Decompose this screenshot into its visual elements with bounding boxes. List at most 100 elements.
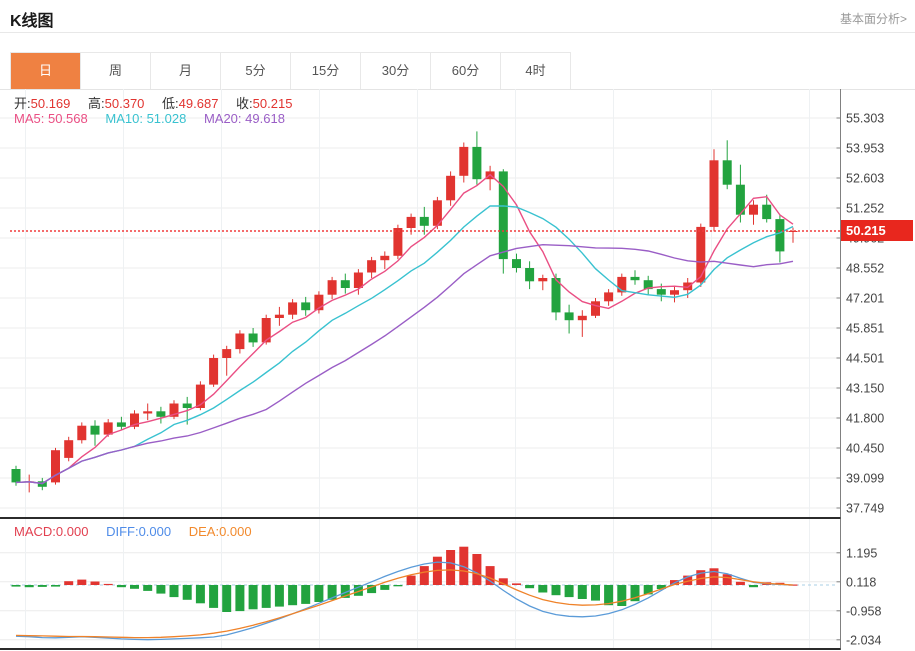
macd-label: MACD: [14, 524, 56, 539]
main-candlestick-chart[interactable]: 55.30353.95352.60351.25249.90248.55247.2… [0, 89, 915, 519]
macd-histogram-bar [486, 566, 495, 585]
candle-body [407, 217, 416, 228]
current-price-tag: 50.215 [841, 220, 913, 241]
candle-body [367, 260, 376, 272]
macd-histogram-bar [77, 580, 86, 585]
candle-body [288, 302, 297, 314]
low-value: 49.687 [179, 96, 219, 111]
ma10-label: MA10: [105, 111, 143, 126]
macd-histogram-bar [117, 585, 126, 587]
diff-value: 0.000 [139, 524, 172, 539]
tab-week[interactable]: 周 [81, 53, 151, 89]
candle-body [538, 278, 547, 281]
y-axis-label: 48.552 [846, 262, 884, 276]
fundamental-analysis-link[interactable]: 基本面分析> [840, 10, 907, 27]
diff-line [16, 562, 793, 640]
macd-histogram-bar [249, 585, 258, 609]
y-axis-label: 39.099 [846, 472, 884, 486]
macd-histogram-bar [393, 585, 402, 586]
y-axis-label: -2.034 [846, 633, 881, 647]
macd-histogram-bar [222, 585, 231, 612]
candle-body [710, 160, 719, 227]
candle-body [723, 160, 732, 184]
macd-histogram-bar [578, 585, 587, 599]
candle-body [328, 280, 337, 295]
tab-30min[interactable]: 30分 [361, 53, 431, 89]
macd-histogram-bar [275, 585, 284, 607]
macd-histogram-bar [64, 581, 73, 585]
candle-body [762, 205, 771, 219]
dea-line [16, 570, 793, 638]
candle-body [156, 411, 165, 417]
macd-histogram-bar [130, 585, 139, 589]
y-axis-label: -0.958 [846, 604, 881, 618]
macd-histogram-bar [314, 585, 323, 602]
y-axis-label: 41.800 [846, 412, 884, 426]
candle-body [341, 280, 350, 288]
high-label: 高: [88, 96, 105, 111]
tab-5min[interactable]: 5分 [221, 53, 291, 89]
candle-body [235, 334, 244, 350]
macd-histogram-bar [552, 585, 561, 595]
macd-histogram-bar [262, 585, 271, 608]
macd-histogram-bar [196, 585, 205, 603]
candle-body [789, 231, 798, 232]
ma5-label: MA5: [14, 111, 44, 126]
tab-60min[interactable]: 60分 [431, 53, 501, 89]
macd-histogram-bar [565, 585, 574, 597]
macd-histogram-bar [156, 585, 165, 594]
macd-histogram-bar [38, 585, 47, 587]
candle-body [591, 301, 600, 316]
y-axis-label: 51.252 [846, 202, 884, 216]
y-axis-label: 40.450 [846, 442, 884, 456]
y-axis-label: 43.150 [846, 382, 884, 396]
candle-body [183, 404, 192, 409]
macd-histogram-bar [143, 585, 152, 591]
y-axis-label: 55.303 [846, 112, 884, 126]
page-title: K线图 [10, 7, 54, 31]
candle-body [472, 147, 481, 179]
dea-label: DEA: [189, 524, 219, 539]
y-axis-label: 1.195 [846, 546, 877, 560]
candle-body [657, 289, 666, 295]
tab-day[interactable]: 日 [11, 53, 81, 89]
interval-tab-bar: 日 周 月 5分 15分 30分 60分 4时 [10, 52, 571, 90]
page-header: K线图 基本面分析> [0, 0, 915, 33]
main-chart-svg[interactable]: 55.30353.95352.60351.25249.90248.55247.2… [0, 89, 915, 519]
macd-histogram-bar [170, 585, 179, 597]
ma5-line [16, 175, 793, 484]
ohlc-readout: 开:50.169 高:50.370 低:49.687 收:50.215 [14, 93, 306, 112]
ma20-value: 49.618 [245, 111, 285, 126]
macd-histogram-bar [25, 585, 34, 587]
macd-histogram-bar [235, 585, 244, 611]
macd-histogram-bar [604, 585, 613, 605]
candle-body [275, 315, 284, 318]
candle-body [209, 358, 218, 385]
candle-body [565, 312, 574, 320]
candle-body [12, 469, 21, 482]
macd-histogram-bar [288, 585, 297, 605]
candle-body [525, 268, 534, 281]
macd-histogram-bar [525, 585, 534, 588]
candle-body [631, 277, 640, 280]
y-axis-label: 47.201 [846, 292, 884, 306]
macd-histogram-bar [407, 576, 416, 585]
candle-body [354, 273, 363, 289]
y-axis-label: 0.118 [846, 575, 876, 589]
candle-body [446, 176, 455, 201]
macd-histogram-bar [51, 585, 60, 587]
macd-histogram-bar [749, 585, 758, 587]
tab-15min[interactable]: 15分 [291, 53, 361, 89]
low-label: 低: [162, 96, 179, 111]
tab-month[interactable]: 月 [151, 53, 221, 89]
macd-histogram-bar [512, 583, 521, 585]
macd-histogram-bar [301, 585, 310, 604]
macd-histogram-bar [591, 585, 600, 601]
diff-label: DIFF: [106, 524, 139, 539]
y-axis-label: 45.851 [846, 322, 884, 336]
tab-4hour[interactable]: 4时 [501, 53, 570, 89]
candle-body [91, 426, 100, 435]
high-value: 50.370 [105, 96, 145, 111]
candle-body [749, 205, 758, 215]
macd-readout: MACD:0.000 DIFF:0.000 DEA:0.000 [14, 524, 266, 539]
